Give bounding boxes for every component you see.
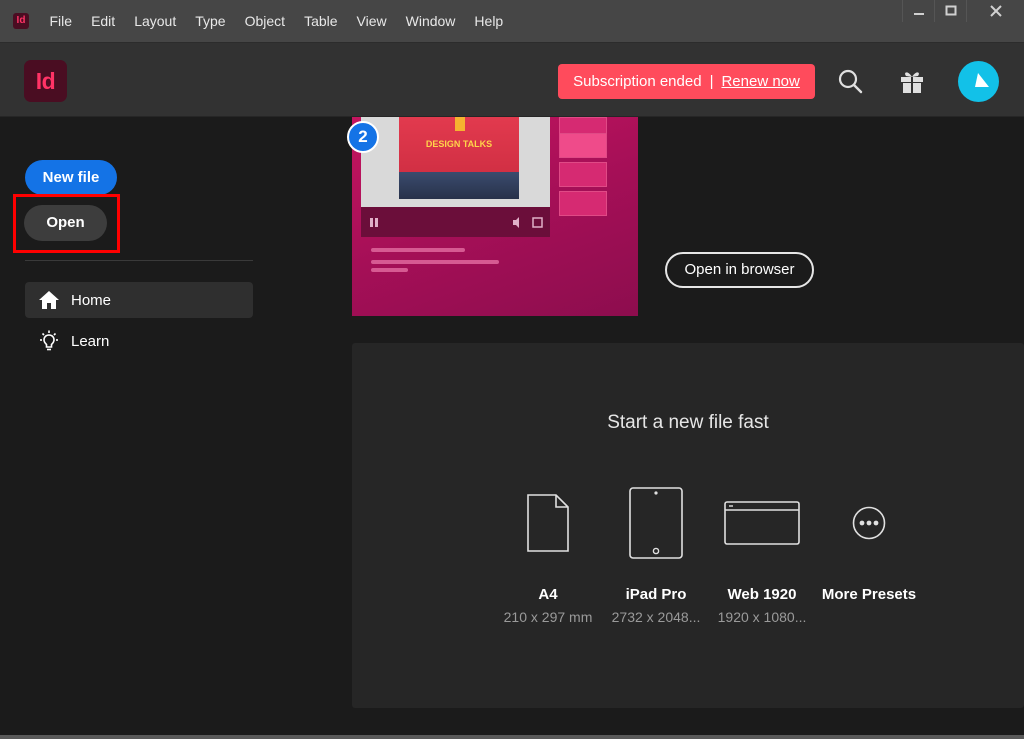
sidebar-item-label: Home [71,291,112,309]
preset-name: More Presets [821,586,917,603]
poster-title: DESIGN TALKS [425,139,493,149]
menu-bar: Id File Edit Layout Type Object Table Vi… [0,0,1024,43]
menu-file[interactable]: File [40,0,82,43]
preset-name: Web 1920 [727,586,797,603]
avatar-image [975,73,989,87]
app-header: Id Subscription ended | Renew now [0,43,1024,117]
preset-a4[interactable]: A4 210 x 297 mm [488,483,608,625]
player-controls [370,217,543,228]
hero-thumb-2 [559,133,607,158]
page-icon [488,483,608,563]
step-badge: 2 [347,121,379,153]
new-file-presets-panel: Start a new file fast A4 210 x 297 mm iP… [352,343,1024,708]
renew-now-link[interactable]: Renew now [721,73,799,90]
preset-name: iPad Pro [625,586,687,603]
more-icon [809,483,929,563]
preset-dims: 2732 x 2048... [611,609,701,625]
menu-object[interactable]: Object [235,0,294,43]
open-highlight-box [13,194,120,253]
minimize-button[interactable] [902,0,934,22]
gift-icon[interactable] [899,68,925,94]
hero-preview: DESIGN TALKS [361,117,550,207]
window-bottom-border [0,735,1024,739]
preset-ipad-pro[interactable]: iPad Pro 2732 x 2048... [596,483,716,625]
sidebar-item-label: Learn [71,332,110,350]
preset-dims: 210 x 297 mm [503,609,593,625]
hero-thumb-3 [559,162,607,187]
minimize-icon [913,13,924,15]
sidebar-item-learn[interactable]: Learn [25,323,253,359]
hero-tutorial-card[interactable]: DESIGN TALKS [352,117,638,316]
preset-dims: 1920 x 1080... [717,609,807,625]
home-icon [38,290,60,310]
close-button[interactable] [966,0,1024,22]
open-in-browser-button[interactable]: Open in browser [665,252,814,288]
subscription-text: Subscription ended [573,73,702,90]
sidebar-divider [25,260,253,261]
menu-edit[interactable]: Edit [82,0,125,43]
poster-image: DESIGN TALKS [399,117,519,199]
banner-separator: | [709,73,714,90]
menu-window[interactable]: Window [396,0,465,43]
maximize-icon [945,5,956,16]
preset-web-1920[interactable]: Web 1920 1920 x 1080... [702,483,822,625]
menu-type[interactable]: Type [186,0,235,43]
new-file-button[interactable]: New file [25,160,117,195]
window-controls [902,0,1024,22]
subscription-banner: Subscription ended | Renew now [558,64,815,99]
menu-help[interactable]: Help [465,0,513,43]
sidebar-item-home[interactable]: Home [25,282,253,318]
menu-items: File Edit Layout Type Object Table View … [40,0,513,43]
avatar[interactable] [958,61,999,102]
lightbulb-icon [38,330,60,351]
video-player-bar [361,207,550,237]
app-icon: Id [13,13,29,29]
hero-thumb-4 [559,191,607,216]
menu-layout[interactable]: Layout [125,0,186,43]
indesign-logo: Id [24,60,67,102]
tablet-icon [596,483,716,563]
menu-view[interactable]: View [347,0,396,43]
search-icon[interactable] [837,68,863,94]
preset-name: A4 [538,586,558,603]
menu-table[interactable]: Table [295,0,347,43]
presets-title: Start a new file fast [607,412,769,433]
preset-more[interactable]: More Presets [809,483,929,603]
maximize-button[interactable] [934,0,966,22]
close-icon [989,5,1002,17]
browser-icon [702,483,822,563]
